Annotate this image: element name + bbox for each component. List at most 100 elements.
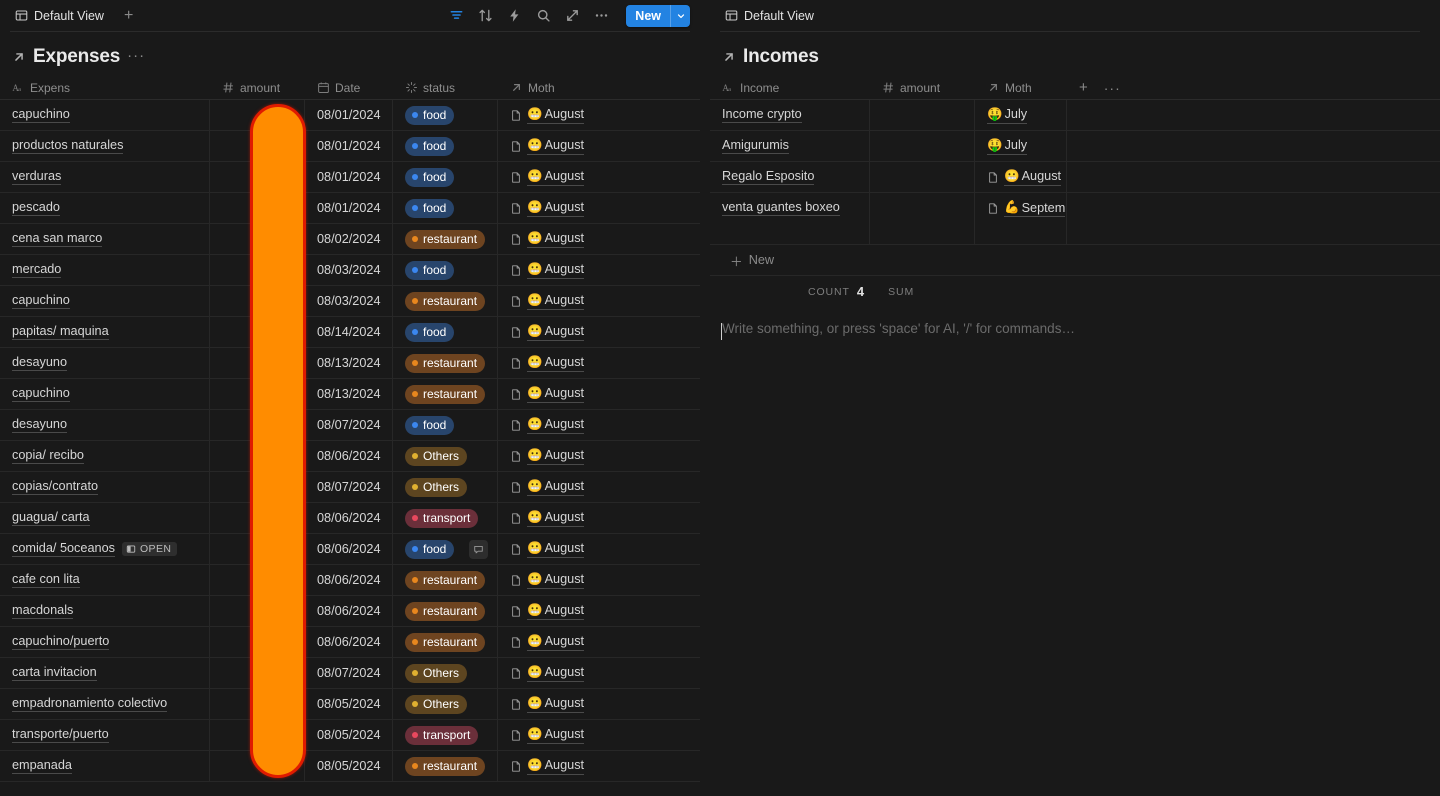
column-header-amount[interactable]: amount [870, 76, 975, 99]
cell-name[interactable]: copia/ recibo [0, 441, 210, 471]
cell-moth[interactable]: 😬 August [498, 348, 668, 378]
cell-status[interactable]: transport [393, 503, 498, 533]
cell-amount[interactable] [870, 162, 975, 192]
relation-chip[interactable]: 😬 August [510, 169, 585, 186]
cell-moth[interactable]: 😬 August [498, 503, 668, 533]
cell-name[interactable]: Regalo Esposito [710, 162, 870, 192]
cell-name[interactable]: mercado [0, 255, 210, 285]
cell-empty[interactable] [1067, 131, 1440, 161]
add-income-row-button[interactable]: ＋ New [710, 245, 1440, 276]
cell-name[interactable]: macdonals [0, 596, 210, 626]
cell-name[interactable]: cena san marco [0, 224, 210, 254]
relation-chip[interactable]: 😬 August [510, 262, 585, 279]
cell-moth[interactable]: 😬 August [498, 317, 668, 347]
table-row[interactable]: productos naturales 08/01/2024 food 😬 August [0, 131, 700, 162]
relation-chip[interactable]: 🤑 July [987, 138, 1028, 155]
cell-status[interactable]: Others [393, 441, 498, 471]
cell-moth[interactable]: 😬 August [498, 720, 668, 750]
table-row[interactable]: guagua/ carta 08/06/2024 transport 😬 August [0, 503, 700, 534]
cell-status[interactable]: food [393, 100, 498, 130]
cell-status[interactable]: food [393, 255, 498, 285]
table-row[interactable]: transporte/puerto 08/05/2024 transport 😬 Aug… [0, 720, 700, 751]
cell-moth[interactable]: 💪 Septem [975, 193, 1067, 244]
filter-icon[interactable] [448, 8, 464, 24]
table-row[interactable]: copia/ recibo 08/06/2024 Others 😬 August [0, 441, 700, 472]
cell-status[interactable]: Others [393, 472, 498, 502]
cell-moth[interactable]: 😬 August [498, 286, 668, 316]
cell-name[interactable]: pescado [0, 193, 210, 223]
cell-date[interactable]: 08/06/2024 [305, 565, 393, 595]
more-icon[interactable] [593, 8, 609, 24]
table-row[interactable]: Amigurumis 🤑 July [710, 131, 1440, 162]
cell-moth[interactable]: 😬 August [498, 596, 668, 626]
table-row[interactable]: verduras 08/01/2024 food 😬 August [0, 162, 700, 193]
view-tab-default[interactable]: Default View [10, 6, 109, 26]
page-title[interactable]: Expenses [33, 46, 120, 68]
cell-name[interactable]: cafe con lita [0, 565, 210, 595]
relation-chip[interactable]: 😬 August [510, 200, 585, 217]
relation-chip[interactable]: 😬 August [987, 169, 1062, 186]
cell-moth[interactable]: 😬 August [498, 472, 668, 502]
cell-moth[interactable]: 😬 August [498, 379, 668, 409]
column-header-status[interactable]: status [393, 76, 498, 99]
cell-name[interactable]: carta invitacion [0, 658, 210, 688]
cell-date[interactable]: 08/06/2024 [305, 503, 393, 533]
right-view-tab-default[interactable]: Default View [720, 6, 819, 26]
table-row[interactable]: empanada 08/05/2024 restaurant 😬 August [0, 751, 700, 782]
cell-name[interactable]: copias/contrato [0, 472, 210, 502]
aggregation-sum[interactable]: SUM [888, 285, 1021, 299]
table-row[interactable]: desayuno 08/07/2024 food 😬 August [0, 410, 700, 441]
relation-chip[interactable]: 😬 August [510, 665, 585, 682]
cell-status[interactable]: restaurant [393, 751, 498, 781]
relation-chip[interactable]: 😬 August [510, 138, 585, 155]
relation-chip[interactable]: 😬 August [510, 448, 585, 465]
cell-moth[interactable]: 😬 August [498, 100, 668, 130]
relation-chip[interactable]: 😬 August [510, 510, 585, 527]
cell-status[interactable]: Others [393, 689, 498, 719]
cell-status[interactable]: food [393, 317, 498, 347]
relation-chip[interactable]: 😬 August [510, 603, 585, 620]
table-row[interactable]: mercado 08/03/2024 food 😬 August [0, 255, 700, 286]
relation-chip[interactable]: 😬 August [510, 231, 585, 248]
expand-icon[interactable] [564, 8, 580, 24]
cell-moth[interactable]: 😬 August [498, 224, 668, 254]
cell-name[interactable]: capuchino/puerto [0, 627, 210, 657]
table-row[interactable]: venta guantes boxeo 💪 Septem [710, 193, 1440, 245]
cell-status[interactable]: food [393, 131, 498, 161]
cell-moth[interactable]: 😬 August [498, 658, 668, 688]
cell-date[interactable]: 08/06/2024 [305, 596, 393, 626]
new-button[interactable]: New [626, 4, 690, 27]
cell-date[interactable]: 08/07/2024 [305, 658, 393, 688]
table-row[interactable]: Income crypto 🤑 July [710, 100, 1440, 131]
cell-moth[interactable]: 😬 August [498, 689, 668, 719]
column-header-income[interactable]: Aa Income [710, 76, 870, 99]
page-title[interactable]: Incomes [743, 46, 819, 68]
relation-chip[interactable]: 💪 Septem [987, 200, 1066, 217]
cell-date[interactable]: 08/06/2024 [305, 441, 393, 471]
cell-moth[interactable]: 😬 August [498, 131, 668, 161]
cell-name[interactable]: productos naturales [0, 131, 210, 161]
cell-moth[interactable]: 😬 August [498, 565, 668, 595]
cell-status[interactable]: transport [393, 720, 498, 750]
cell-date[interactable]: 08/01/2024 [305, 100, 393, 130]
cell-name[interactable]: transporte/puerto [0, 720, 210, 750]
relation-chip[interactable]: 😬 August [510, 355, 585, 372]
search-icon[interactable] [535, 8, 551, 24]
cell-name[interactable]: capuchino [0, 100, 210, 130]
cell-status[interactable]: food [393, 410, 498, 440]
cell-moth[interactable]: 😬 August [498, 751, 668, 781]
cell-name[interactable]: Income crypto [710, 100, 870, 130]
cell-name[interactable]: desayuno [0, 410, 210, 440]
cell-status[interactable]: restaurant [393, 286, 498, 316]
table-row[interactable]: capuchino 08/03/2024 restaurant 😬 August [0, 286, 700, 317]
cell-name[interactable]: empanada [0, 751, 210, 781]
cell-date[interactable]: 08/07/2024 [305, 472, 393, 502]
cell-date[interactable]: 08/06/2024 [305, 627, 393, 657]
cell-moth[interactable]: 😬 August [498, 255, 668, 285]
table-row[interactable]: Regalo Esposito 😬 August [710, 162, 1440, 193]
relation-chip[interactable]: 😬 August [510, 696, 585, 713]
cell-name[interactable]: Amigurumis [710, 131, 870, 161]
cell-moth[interactable]: 😬 August [975, 162, 1067, 192]
automation-icon[interactable] [506, 8, 522, 24]
table-row[interactable]: cafe con lita 08/06/2024 restaurant 😬 August [0, 565, 700, 596]
